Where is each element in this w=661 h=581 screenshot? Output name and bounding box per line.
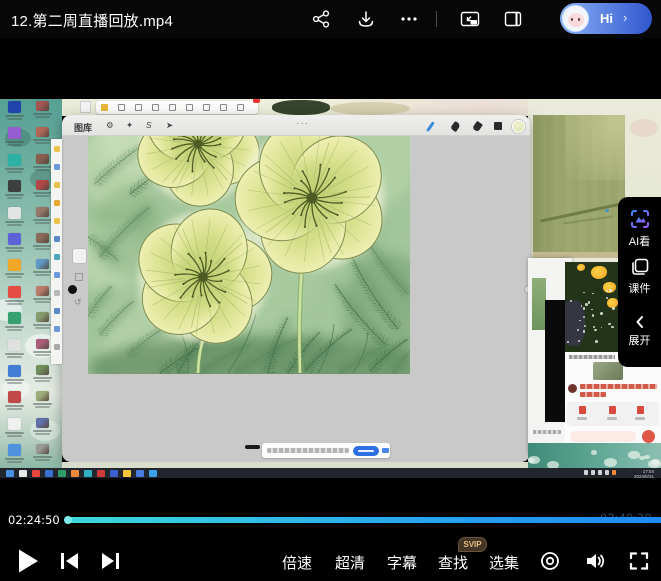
mini-player-icon[interactable] — [503, 9, 523, 29]
actions-icon: ⚙ — [106, 120, 114, 131]
green-painting — [533, 115, 625, 258]
video-title: 12.第二周直播回放.mp4 — [11, 10, 173, 31]
desktop-icon — [36, 154, 49, 164]
next-button[interactable] — [100, 551, 120, 571]
floating-dot — [68, 285, 77, 294]
desktop-icon — [8, 286, 21, 298]
desktop-icon — [8, 233, 21, 245]
home-indicator — [245, 445, 260, 449]
desktop-icon — [36, 418, 49, 428]
previous-button[interactable] — [60, 551, 80, 571]
flower-photo — [565, 262, 620, 352]
chat-input — [570, 431, 636, 442]
hi-label: Hi — [600, 11, 613, 26]
speed-button[interactable]: 倍速 — [282, 552, 312, 573]
transform-icon: ➤ — [166, 120, 173, 131]
desktop-icon — [8, 339, 21, 351]
episodes-button[interactable]: 选集 — [489, 552, 519, 573]
desktop-icon — [36, 391, 49, 401]
desktop-icon — [8, 391, 21, 403]
smudge-tool-icon — [450, 121, 461, 132]
download-icon[interactable] — [356, 9, 376, 29]
play-button[interactable] — [16, 548, 40, 574]
picture-in-picture-icon[interactable] — [460, 9, 480, 29]
wallpaper-patch — [330, 102, 410, 115]
desktop-icon — [36, 101, 49, 111]
more-icon[interactable] — [399, 9, 419, 29]
windows-taskbar — [0, 468, 661, 478]
adjustments-icon: ✦ — [126, 120, 133, 131]
desktop-icon — [36, 365, 49, 375]
find-button[interactable]: 查找 — [438, 552, 468, 573]
color-swatch — [512, 120, 525, 133]
eraser-tool-icon — [472, 121, 483, 132]
wallpaper-bottom-strip — [528, 443, 661, 468]
brush-tool-icon — [426, 121, 434, 131]
courseware-button[interactable]: 课件 — [618, 257, 661, 296]
progress-thumb[interactable] — [64, 516, 72, 524]
desktop-icon — [36, 312, 49, 322]
sidebar-button — [73, 249, 86, 263]
desktop-icon — [36, 286, 49, 296]
desktop-icon — [8, 207, 21, 219]
desktop-icon — [8, 259, 21, 271]
ai-view-button[interactable]: AI看 — [618, 208, 661, 249]
desktop-icon — [36, 259, 49, 269]
video-player-window: 12.第二周直播回放.mp4 Hi › — [0, 0, 661, 581]
painting-canvas — [88, 136, 410, 374]
top-bar: 12.第二周直播回放.mp4 Hi › — [0, 0, 661, 38]
current-time: 02:24:50 — [8, 513, 60, 527]
desktop-icon — [8, 444, 21, 456]
desktop-icon — [8, 365, 21, 377]
fullscreen-icon[interactable] — [629, 551, 649, 571]
toast-link — [382, 448, 389, 453]
desktop-icon — [36, 180, 49, 190]
chevron-right-icon: › — [623, 10, 627, 25]
gallery-button: 图库 — [74, 121, 92, 134]
svip-badge: SVIP — [458, 537, 487, 552]
small-window — [80, 101, 91, 113]
quality-button[interactable]: 超清 — [335, 552, 365, 573]
volume-icon[interactable] — [585, 551, 606, 571]
desktop-icon — [8, 312, 21, 324]
cast-toast — [262, 443, 390, 458]
share-icon[interactable] — [311, 9, 331, 29]
avatar — [562, 5, 589, 32]
desktop-icon — [8, 418, 21, 430]
toast-text — [267, 448, 349, 453]
desktop-icon — [36, 444, 49, 454]
toolbar-divider — [436, 11, 437, 27]
video-frame[interactable]: 图库 ⚙ ✦ S ➤ ··· ↺ — [0, 99, 661, 478]
window-dots: ··· — [296, 118, 309, 129]
toast-button — [353, 446, 379, 456]
account-button[interactable]: Hi › — [560, 3, 652, 34]
procreate-titlebar: 图库 ⚙ ✦ S ➤ ··· — [62, 115, 530, 136]
expand-button[interactable]: 展开 — [618, 315, 661, 348]
progress-bar[interactable] — [66, 517, 661, 523]
screenshot-toolbar — [96, 101, 258, 114]
desktop-icon — [36, 339, 49, 349]
sidebar-checkbox — [75, 273, 83, 281]
selection-icon: S — [146, 120, 152, 130]
desktop-icon — [36, 207, 49, 217]
desktop-icon — [8, 127, 21, 139]
desktop-icon — [36, 233, 49, 243]
taskbar-clock: 17:042024/5/31 — [630, 469, 654, 479]
chat-send-button — [642, 430, 655, 443]
record-icon[interactable] — [540, 551, 560, 571]
screen-mirror-window: 图库 ⚙ ✦ S ➤ ··· ↺ — [62, 115, 530, 462]
wallpaper-dark-plant — [272, 100, 330, 115]
vertical-toolbar — [51, 139, 62, 364]
wallpaper-pink-flower — [630, 119, 658, 137]
desktop-icon — [8, 180, 21, 192]
desktop-icon — [36, 127, 49, 137]
desktop-icon — [8, 101, 21, 113]
undo-icon: ↺ — [74, 297, 82, 308]
layers-icon — [494, 122, 502, 130]
side-overlay-panel: AI看 课件 展开 — [618, 197, 661, 367]
desktop-icon — [8, 154, 21, 166]
subtitle-button[interactable]: 字幕 — [387, 552, 417, 573]
system-tray — [584, 470, 626, 476]
